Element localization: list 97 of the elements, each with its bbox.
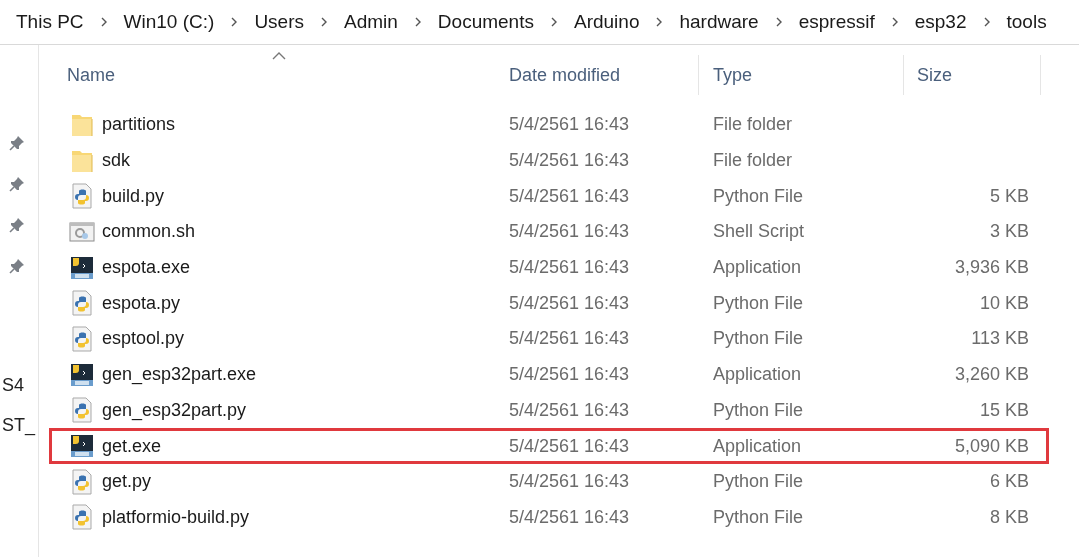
file-size: 6 KB [989, 471, 1029, 493]
file-row[interactable]: platformio-build.py 5/4/2561 16:43 Python File 8 KB [49, 499, 1049, 536]
column-header[interactable]: Date modified [497, 55, 699, 95]
breadcrumb-item[interactable]: Win10 (C:) [123, 9, 215, 35]
file-row[interactable]: get.exe 5/4/2561 16:43 Application 5,090 KB [49, 428, 1049, 464]
file-row[interactable]: build.py 5/4/2561 16:43 Python File 5 KB [49, 178, 1049, 215]
date-modified: 5/4/2561 16:43 [509, 399, 630, 421]
date-modified: 5/4/2561 16:43 [509, 257, 630, 279]
file-size: 5,090 KB [954, 435, 1029, 457]
file-row[interactable]: get.py 5/4/2561 16:43 Python File 6 KB [49, 463, 1049, 500]
chevron-icon [320, 17, 328, 27]
file-size: 113 KB [971, 328, 1029, 350]
file-name: esptool.py [102, 328, 185, 350]
file-type: Python File [713, 185, 804, 207]
file-size: 5 KB [989, 185, 1029, 207]
file-type: Application [713, 257, 802, 279]
file-type: Application [713, 435, 802, 457]
file-name: espota.exe [102, 257, 191, 279]
file-name: partitions [102, 114, 176, 136]
file-row[interactable]: esptool.py 5/4/2561 16:43 Python File 113 KB [49, 321, 1049, 357]
chevron-icon [413, 17, 422, 27]
chevron-icon [890, 17, 899, 27]
python-file-icon [69, 325, 95, 352]
file-row[interactable]: partitions 5/4/2561 16:43 File folder [49, 107, 1049, 143]
file-row[interactable]: common.sh 5/4/2561 16:43 Shell Script 3 KB [49, 214, 1049, 250]
date-modified: 5/4/2561 16:43 [509, 292, 630, 314]
application-icon [69, 254, 95, 281]
column-header[interactable]: Name [52, 55, 497, 95]
breadcrumb-item[interactable]: esp32 [914, 9, 967, 35]
file-row[interactable]: sdk 5/4/2561 16:43 File folder [49, 142, 1049, 179]
file-type: File folder [713, 150, 793, 172]
chevron-icon [655, 17, 664, 27]
chevron-icon [774, 17, 783, 27]
file-size: 3,260 KB [954, 364, 1029, 386]
file-type: Shell Script [713, 221, 805, 243]
python-file-icon [69, 504, 95, 531]
file-name: sdk [102, 150, 130, 172]
pin-icon[interactable] [9, 257, 25, 274]
date-modified: 5/4/2561 16:43 [509, 221, 630, 243]
date-modified: 5/4/2561 16:43 [509, 185, 630, 207]
python-file-icon [69, 468, 95, 495]
breadcrumb-item[interactable]: Admin [344, 9, 398, 35]
script-file-icon [69, 220, 95, 243]
file-type: Python File [713, 399, 804, 421]
breadcrumb-item[interactable]: tools [1006, 9, 1047, 35]
python-file-icon [69, 183, 95, 210]
file-name: espota.py [102, 292, 181, 314]
date-modified: 5/4/2561 16:43 [509, 328, 630, 350]
python-file-icon [69, 290, 95, 317]
file-size: 3 KB [989, 221, 1029, 243]
chevron-icon [230, 17, 239, 27]
date-modified: 5/4/2561 16:43 [509, 435, 630, 457]
file-type: Python File [713, 471, 804, 493]
file-type: Python File [713, 506, 804, 528]
date-modified: 5/4/2561 16:43 [509, 150, 630, 172]
date-modified: 5/4/2561 16:43 [509, 364, 630, 386]
file-name: gen_esp32part.exe [102, 364, 257, 386]
application-icon [69, 361, 95, 388]
pin-icon[interactable] [9, 134, 25, 151]
chevron-icon [549, 17, 558, 27]
date-modified: 5/4/2561 16:43 [509, 506, 630, 528]
nav-item[interactable]: ST_ [2, 414, 35, 436]
nav-item[interactable]: S4 [2, 374, 25, 396]
python-file-icon [69, 397, 95, 424]
breadcrumb-item[interactable]: espressif [798, 9, 875, 35]
pin-icon[interactable] [9, 175, 25, 192]
file-size: 15 KB [979, 399, 1029, 421]
file-row[interactable]: gen_esp32part.exe 5/4/2561 16:43 Application 3,260 KB [49, 356, 1049, 393]
column-header[interactable]: Size [904, 55, 1041, 95]
chevron-icon [99, 17, 108, 27]
file-size: 3,936 KB [954, 257, 1029, 279]
pin-icon[interactable] [9, 216, 25, 233]
file-name: gen_esp32part.py [102, 399, 247, 421]
breadcrumb-item[interactable]: hardware [679, 9, 759, 35]
file-size: 10 KB [979, 292, 1029, 314]
file-name: get.py [102, 471, 152, 493]
file-name: get.exe [102, 435, 162, 457]
file-name: common.sh [102, 221, 196, 243]
file-size: 8 KB [989, 506, 1029, 528]
chevron-icon [982, 17, 991, 27]
date-modified: 5/4/2561 16:43 [509, 114, 630, 136]
breadcrumb-item[interactable]: Documents [437, 9, 534, 35]
file-type: Application [713, 364, 802, 386]
file-type: Python File [713, 328, 804, 350]
file-row[interactable]: gen_esp32part.py 5/4/2561 16:43 Python File 15 KB [49, 392, 1049, 429]
file-type: Python File [713, 292, 804, 314]
file-name: build.py [102, 185, 165, 207]
file-type: File folder [713, 114, 793, 136]
file-name: platformio-build.py [102, 506, 250, 528]
application-icon [69, 433, 95, 460]
file-row[interactable]: espota.exe 5/4/2561 16:43 Application 3,936 KB [49, 249, 1049, 286]
breadcrumb-item[interactable]: Arduino [573, 9, 640, 35]
file-row[interactable]: espota.py 5/4/2561 16:43 Python File 10 KB [49, 285, 1049, 322]
column-header[interactable]: Type [699, 55, 904, 95]
breadcrumb-item[interactable]: This PC [16, 9, 84, 35]
date-modified: 5/4/2561 16:43 [509, 471, 630, 493]
breadcrumb-item[interactable]: Users [254, 9, 304, 35]
